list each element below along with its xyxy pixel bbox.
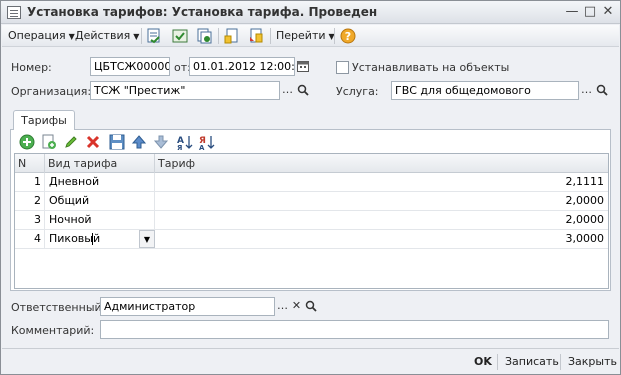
toolbar-separator [141, 28, 142, 44]
footer-separator [497, 354, 498, 370]
organization-label: Организация: [11, 85, 92, 98]
toolbar-separator [218, 28, 219, 44]
chevron-down-icon: ▼ [133, 32, 140, 41]
set-on-objects-checkbox[interactable] [336, 61, 349, 74]
service-select-button[interactable]: … [579, 81, 594, 100]
operation-menu[interactable]: Операция ▼ [8, 27, 75, 45]
number-field[interactable]: ЦБТСЖ000001 [90, 57, 170, 76]
responsible-label: Ответственный: [11, 301, 106, 314]
copy-row-icon[interactable] [41, 134, 57, 150]
document-icon [7, 6, 21, 19]
organization-field[interactable]: ТСЖ "Престиж" [90, 81, 280, 100]
save-button[interactable]: Записать [505, 353, 559, 371]
calendar-icon[interactable] [295, 57, 310, 76]
table-row[interactable]: 1 Дневной 2,1111 [15, 173, 608, 192]
tariffs-panel: AЯ ЯA N Вид тарифа Тариф 1 Дневной 2,111… [10, 129, 611, 291]
svg-text:Я: Я [177, 144, 182, 150]
delete-row-icon[interactable] [85, 134, 101, 150]
service-label: Услуга: [336, 85, 379, 98]
toolbar-separator [334, 28, 335, 44]
footer-bar: OK Записать Закрыть [2, 348, 619, 374]
copy-document-icon[interactable] [196, 28, 212, 44]
table-toolbar: AЯ ЯA [15, 131, 605, 153]
comment-field[interactable] [100, 320, 609, 339]
tariff-value-cell[interactable]: 2,0000 [155, 211, 608, 229]
tariff-type-cell[interactable]: Общий [45, 192, 155, 210]
structure-icon[interactable] [224, 28, 240, 44]
edit-row-icon[interactable] [63, 134, 79, 150]
arrow-up-icon[interactable] [131, 134, 147, 150]
svg-text:A: A [199, 144, 205, 150]
sort-ascending-icon[interactable]: AЯ [177, 134, 193, 152]
tariff-type-cell[interactable]: Дневной [45, 173, 155, 191]
responsible-select-button[interactable]: … [275, 297, 290, 316]
tariff-value-cell[interactable]: 3,0000 [155, 230, 608, 248]
close-button[interactable]: Закрыть [568, 353, 617, 371]
row-number: 4 [15, 230, 45, 248]
add-row-icon[interactable] [19, 134, 35, 150]
svg-text:?: ? [345, 30, 351, 43]
chevron-down-icon[interactable]: ▼ [139, 230, 155, 248]
title-bar: Установка тарифов: Установка тарифа. Про… [1, 1, 620, 24]
post-and-close-icon[interactable] [146, 28, 162, 44]
tariff-value-cell[interactable]: 2,1111 [155, 173, 608, 191]
search-icon[interactable] [295, 81, 310, 100]
tariffs-table: N Вид тарифа Тариф 1 Дневной 2,1111 2 Об… [14, 153, 609, 289]
document-window: Установка тарифов: Установка тарифа. Про… [0, 0, 621, 375]
close-icon[interactable]: ✕ [599, 4, 617, 20]
responsible-field[interactable]: Администратор [100, 297, 275, 316]
goto-menu-label: Перейти [276, 29, 326, 42]
ok-button[interactable]: OK [474, 353, 492, 371]
chevron-down-icon: ▼ [68, 32, 75, 41]
main-toolbar: Операция ▼ Действия ▼ Перейти ▼ ? [2, 25, 619, 47]
tab-tariffs[interactable]: Тарифы [13, 110, 75, 130]
minimize-icon[interactable]: — [563, 4, 581, 20]
footer-separator [560, 354, 561, 370]
movements-icon[interactable] [248, 28, 264, 44]
end-edit-icon[interactable] [109, 134, 125, 150]
organization-select-button[interactable]: … [280, 81, 295, 100]
actions-menu[interactable]: Действия ▼ [75, 27, 139, 45]
column-header-tariff[interactable]: Тариф [155, 154, 608, 173]
help-icon[interactable]: ? [340, 28, 356, 44]
table-row[interactable]: 2 Общий 2,0000 [15, 192, 608, 211]
post-icon[interactable] [172, 28, 188, 44]
row-number: 3 [15, 211, 45, 229]
service-field[interactable]: ГВС для общедомового [391, 81, 579, 100]
row-number: 1 [15, 173, 45, 191]
column-header-n[interactable]: N [15, 154, 45, 173]
table-header: N Вид тарифа Тариф [15, 154, 608, 173]
maximize-icon[interactable]: □ [581, 4, 599, 20]
set-on-objects-label: Устанавливать на объекты [352, 61, 510, 74]
arrow-down-icon[interactable] [153, 134, 169, 150]
toolbar-separator [270, 28, 271, 44]
comment-label: Комментарий: [11, 324, 95, 337]
number-label: Номер: [11, 61, 52, 74]
tariff-value-cell[interactable]: 2,0000 [155, 192, 608, 210]
date-field[interactable]: 01.01.2012 12:00:05 [189, 57, 295, 76]
search-icon[interactable] [303, 297, 318, 316]
row-number: 2 [15, 192, 45, 210]
actions-menu-label: Действия [75, 29, 131, 42]
window-title: Установка тарифов: Установка тарифа. Про… [27, 5, 378, 19]
text-cursor [91, 233, 93, 245]
column-header-tariff-type[interactable]: Вид тарифа [45, 154, 155, 173]
table-row[interactable]: 4 Пиковый ▼ 3,0000 [15, 230, 608, 249]
clear-icon[interactable]: ✕ [289, 297, 304, 316]
table-row[interactable]: 3 Ночной 2,0000 [15, 211, 608, 230]
search-icon[interactable] [594, 81, 609, 100]
tariff-type-cell[interactable]: Ночной [45, 211, 155, 229]
operation-menu-label: Операция [8, 29, 66, 42]
goto-menu[interactable]: Перейти ▼ [276, 27, 335, 45]
sort-descending-icon[interactable]: ЯA [199, 134, 215, 152]
